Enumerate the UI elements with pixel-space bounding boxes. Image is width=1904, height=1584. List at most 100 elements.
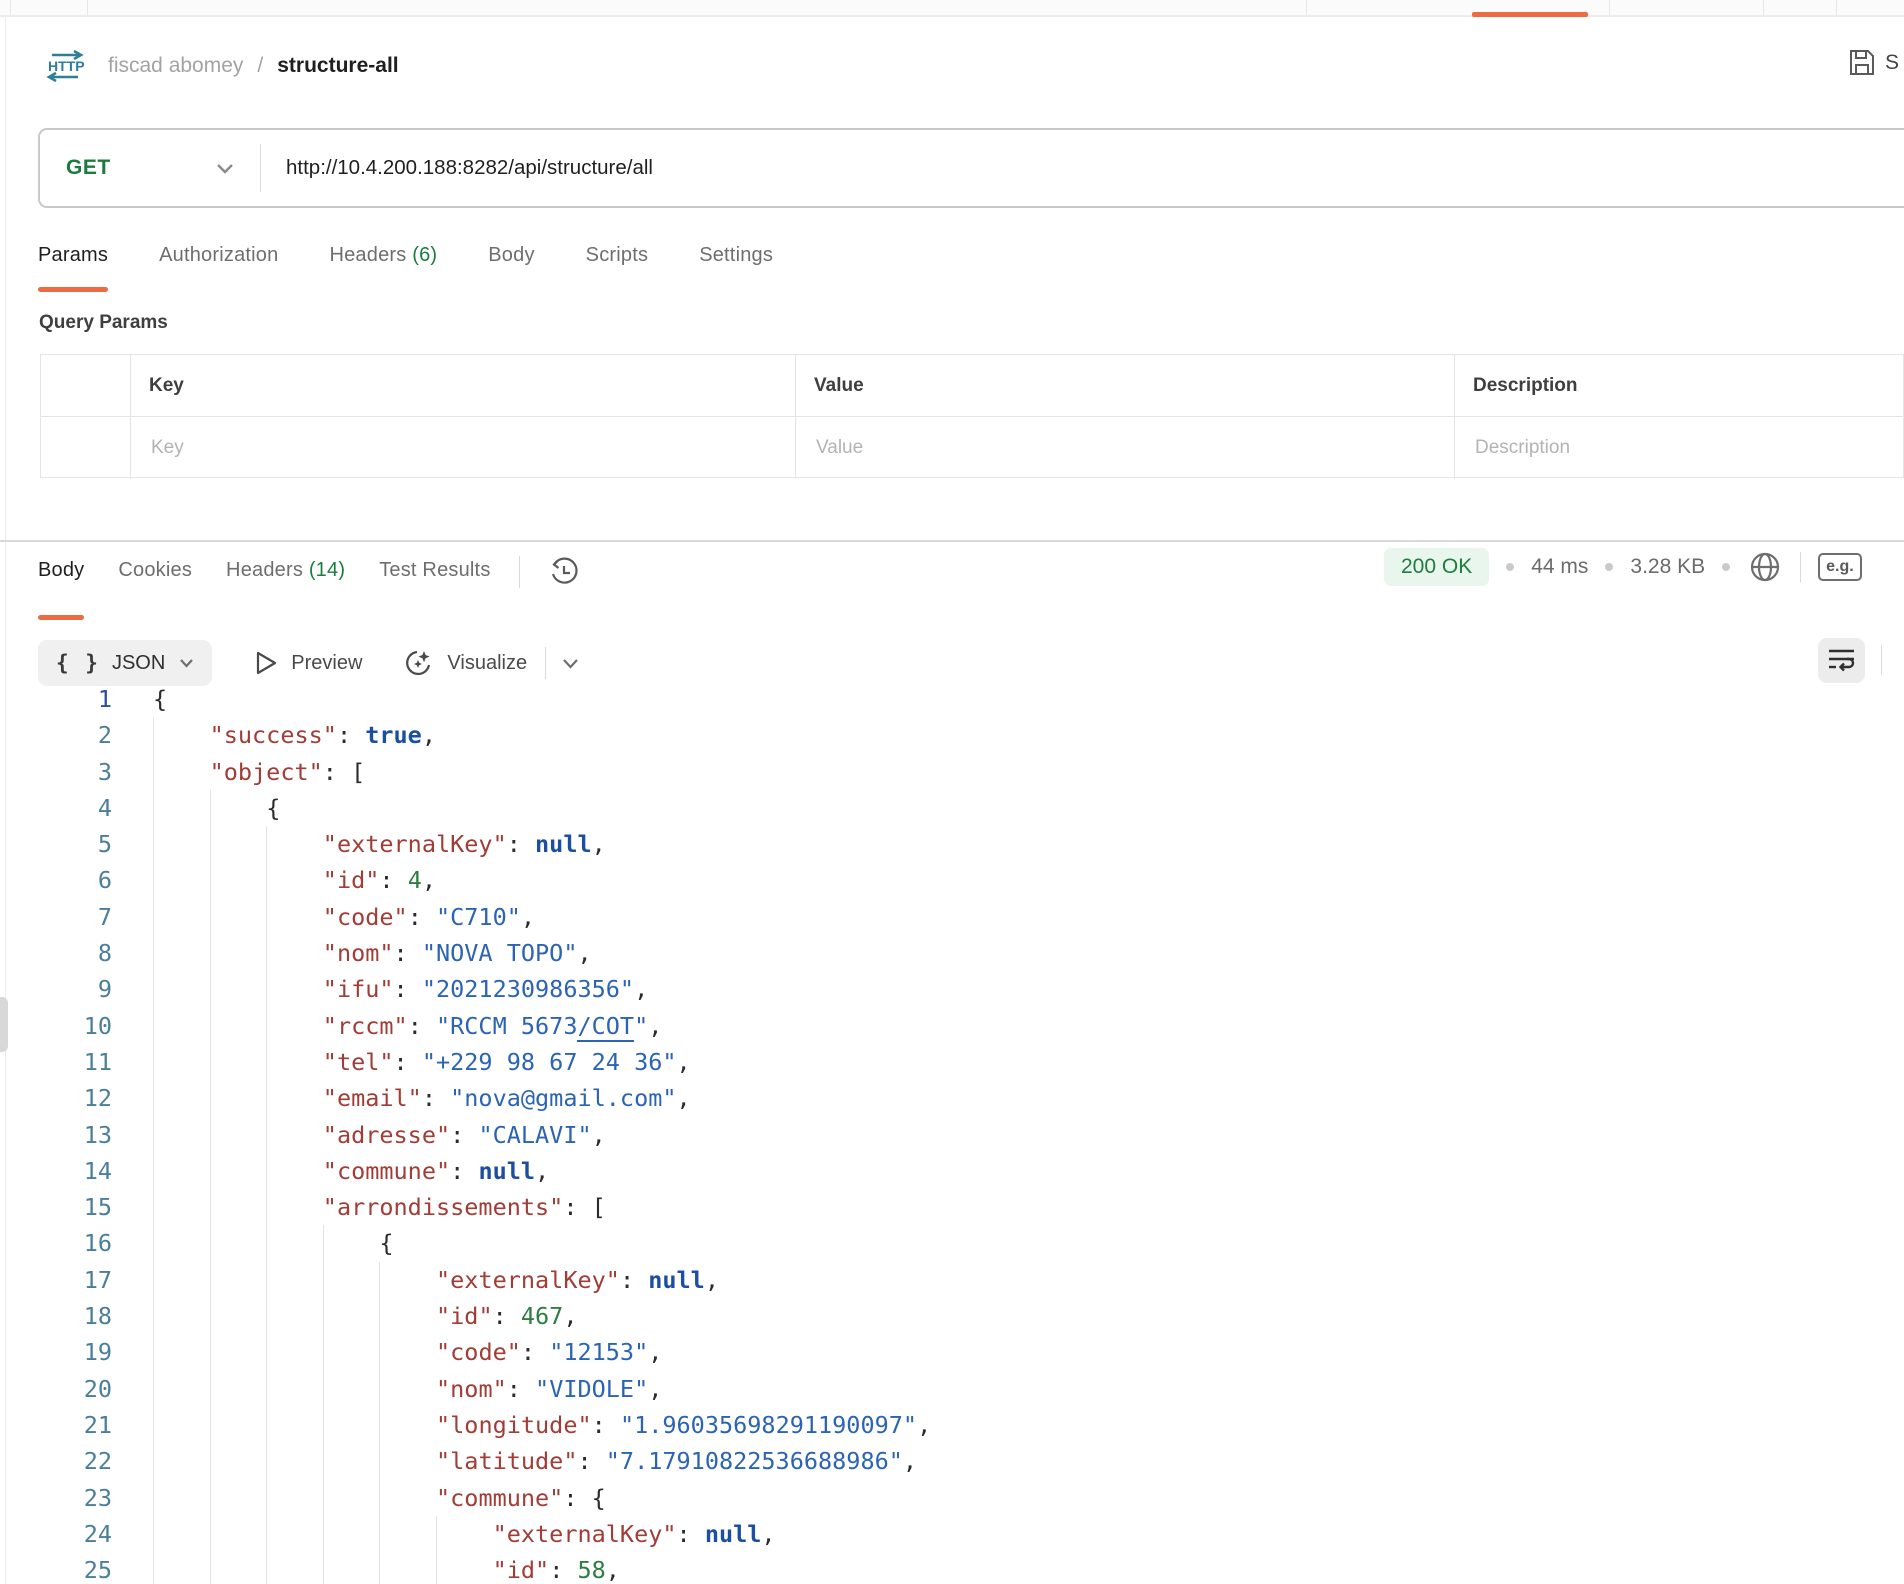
status-badge[interactable]: 200 OK (1384, 548, 1489, 586)
line-number: 21 (0, 1407, 112, 1443)
save-as-example-button[interactable]: e.g. (1818, 553, 1862, 581)
wrap-text-button[interactable] (1818, 638, 1865, 683)
indent-guide (153, 1407, 154, 1443)
token-s: "2021230986356" (422, 975, 634, 1003)
tab-label: Body (488, 244, 534, 266)
tab-scripts[interactable]: Scripts (586, 244, 649, 271)
tabs-separator (519, 556, 520, 588)
token-p: : (394, 975, 422, 1003)
indent-guide (266, 1262, 267, 1298)
token-p: { (266, 794, 280, 822)
code-text: "nom": "VIDOLE", (436, 1371, 662, 1407)
response-time[interactable]: 44 ms (1531, 555, 1588, 579)
method-selector[interactable]: GET (40, 156, 260, 180)
code-line: 13"adresse": "CALAVI", (0, 1117, 1904, 1153)
tab-response-cookies[interactable]: Cookies (118, 559, 192, 586)
tabbar-separator (1763, 0, 1764, 15)
tab-headers[interactable]: Headers (6) (329, 244, 437, 271)
column-header-label: Key (149, 375, 184, 397)
network-globe-icon[interactable] (1747, 549, 1783, 585)
token-p: : (394, 939, 422, 967)
token-p: : (620, 1266, 648, 1294)
tab-response-headers[interactable]: Headers (14) (226, 559, 345, 586)
meta-separator (1800, 552, 1801, 582)
token-p: , (563, 1302, 577, 1330)
indent-guide (266, 899, 267, 935)
token-k: "tel" (323, 1048, 394, 1076)
indent-guide (266, 1080, 267, 1116)
more-formats-chevron-icon[interactable] (562, 658, 579, 669)
indent-guide (210, 935, 211, 971)
code-text: "arrondissements": [ (323, 1189, 606, 1225)
response-section-divider[interactable] (0, 540, 1904, 542)
tab-label: Authorization (159, 244, 278, 266)
token-k: "nom" (436, 1375, 507, 1403)
tab-settings[interactable]: Settings (699, 244, 773, 271)
indent-guide (210, 1516, 211, 1552)
token-p: , (535, 1157, 549, 1185)
code-text: "email": "nova@gmail.com", (323, 1080, 691, 1116)
indent-guide (436, 1516, 437, 1552)
line-number: 25 (0, 1552, 112, 1584)
column-header-value: Value (796, 355, 1455, 417)
breadcrumb-collection[interactable]: fiscad abomey (108, 54, 243, 78)
visualize-button[interactable]: Visualize (404, 648, 527, 678)
code-text: "rccm": "RCCM 5673/COT", (323, 1008, 663, 1044)
token-s: "C710" (436, 903, 521, 931)
code-toolbar-separator (1881, 645, 1882, 675)
response-history-icon[interactable] (548, 556, 580, 588)
indent-guide (210, 826, 211, 862)
format-selector[interactable]: { } JSON (38, 640, 212, 686)
tab-label: Settings (699, 244, 773, 266)
param-key-input[interactable] (149, 436, 767, 460)
code-line: 4{ (0, 790, 1904, 826)
code-text: "id": 467, (436, 1298, 578, 1334)
token-p: : (450, 1157, 478, 1185)
token-p: , (592, 830, 606, 858)
code-text: "longitude": "1.96035698291190097", (436, 1407, 931, 1443)
token-k: "commune" (323, 1157, 450, 1185)
indent-guide (210, 1480, 211, 1516)
param-value-input[interactable] (814, 436, 1426, 460)
tab-params[interactable]: Params (38, 244, 108, 271)
response-meta: 200 OK 44 ms 3.28 KB e.g. (1384, 548, 1862, 586)
token-k: "nom" (323, 939, 394, 967)
line-number: 11 (0, 1044, 112, 1080)
tabbar-separator (87, 0, 88, 15)
token-p: : (337, 721, 365, 749)
code-line: 3"object": [ (0, 754, 1904, 790)
token-k: "code" (436, 1338, 521, 1366)
line-number: 18 (0, 1298, 112, 1334)
tab-test-results[interactable]: Test Results (379, 559, 490, 586)
line-number: 2 (0, 717, 112, 753)
line-number: 4 (0, 790, 112, 826)
url-input[interactable] (261, 156, 1904, 180)
code-line: 8"nom": "NOVA TOPO", (0, 935, 1904, 971)
save-button[interactable]: S (1848, 48, 1899, 77)
token-p: : (577, 1447, 605, 1475)
tab-body[interactable]: Body (488, 244, 534, 271)
code-text: "externalKey": null, (493, 1516, 776, 1552)
tab-response-body[interactable]: Body (38, 559, 84, 586)
preview-button[interactable]: Preview (254, 650, 362, 676)
line-number: 8 (0, 935, 112, 971)
indent-guide (210, 1407, 211, 1443)
param-description-input[interactable] (1473, 436, 1886, 460)
response-size[interactable]: 3.28 KB (1630, 555, 1705, 579)
breadcrumb-separator: / (257, 54, 263, 78)
token-s: " (634, 1012, 648, 1040)
response-body-editor[interactable]: 1{2"success": true,3"object": [4{5"exter… (0, 681, 1904, 1584)
select-all-cell (41, 355, 131, 417)
token-p: , (634, 975, 648, 1003)
tab-label: Test Results (379, 559, 490, 581)
token-p: : (521, 1338, 549, 1366)
indent-guide (379, 1443, 380, 1479)
code-text: "tel": "+229 98 67 24 36", (323, 1044, 691, 1080)
indent-guide (210, 1262, 211, 1298)
line-number: 16 (0, 1225, 112, 1261)
tab-authorization[interactable]: Authorization (159, 244, 278, 271)
indent-guide (210, 1080, 211, 1116)
response-actions: { } JSON Preview Visualize (38, 640, 579, 686)
preview-label: Preview (291, 652, 362, 675)
token-p: : (507, 1375, 535, 1403)
